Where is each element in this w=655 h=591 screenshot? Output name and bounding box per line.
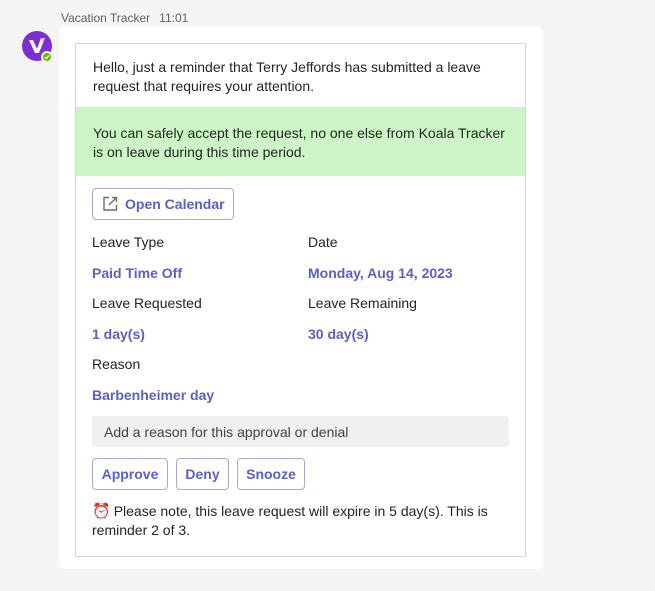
leave-remaining-value: 30 day(s) [308, 326, 369, 342]
open-calendar-button[interactable]: Open Calendar [92, 188, 234, 220]
leave-type-label: Leave Type [92, 234, 165, 250]
leave-requested-label: Leave Requested [92, 295, 202, 311]
intro-text: Hello, just a reminder that Terry Jeffor… [93, 59, 481, 94]
leave-request-card: Hello, just a reminder that Terry Jeffor… [75, 43, 526, 557]
leave-remaining-label: Leave Remaining [308, 295, 417, 311]
deny-button[interactable]: Deny [176, 458, 229, 490]
reason-value: Barbenheimer day [92, 387, 215, 403]
snooze-button[interactable]: Snooze [237, 458, 305, 490]
leave-type-value: Paid Time Off [92, 265, 182, 281]
presence-available-icon [41, 51, 53, 63]
expiry-note: ⏰ Please note, this leave request will ex… [92, 502, 512, 540]
date-value: Monday, Aug 14, 2023 [308, 265, 453, 281]
expiry-note-text: Please note, this leave request will exp… [92, 503, 488, 538]
external-link-icon [103, 196, 118, 211]
approve-button[interactable]: Approve [92, 458, 168, 490]
open-calendar-label: Open Calendar [125, 196, 225, 212]
alarm-clock-icon: ⏰ [92, 503, 111, 520]
message-header: Vacation Tracker 11:01 [61, 11, 188, 25]
reason-label: Reason [92, 356, 141, 372]
message-time: 11:01 [159, 11, 189, 25]
message-bubble: Hello, just a reminder that Terry Jeffor… [59, 26, 543, 569]
sender-name[interactable]: Vacation Tracker [61, 11, 150, 25]
availability-banner: You can safely accept the request, no on… [76, 107, 525, 176]
date-label: Date [308, 234, 338, 250]
approval-reason-input[interactable] [92, 416, 509, 447]
leave-requested-value: 1 day(s) [92, 326, 145, 342]
